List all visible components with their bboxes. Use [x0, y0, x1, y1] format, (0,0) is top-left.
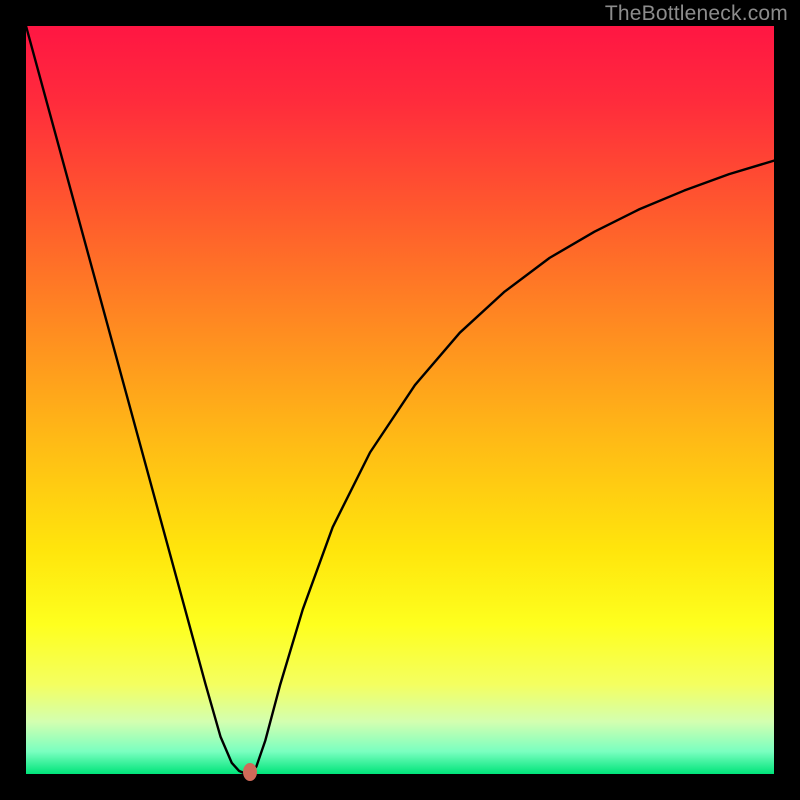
watermark-text: TheBottleneck.com: [605, 2, 788, 26]
bottleneck-chart: [26, 26, 774, 774]
optimal-point-marker: [243, 763, 257, 781]
gradient-background: [26, 26, 774, 774]
chart-frame: TheBottleneck.com: [0, 0, 800, 800]
